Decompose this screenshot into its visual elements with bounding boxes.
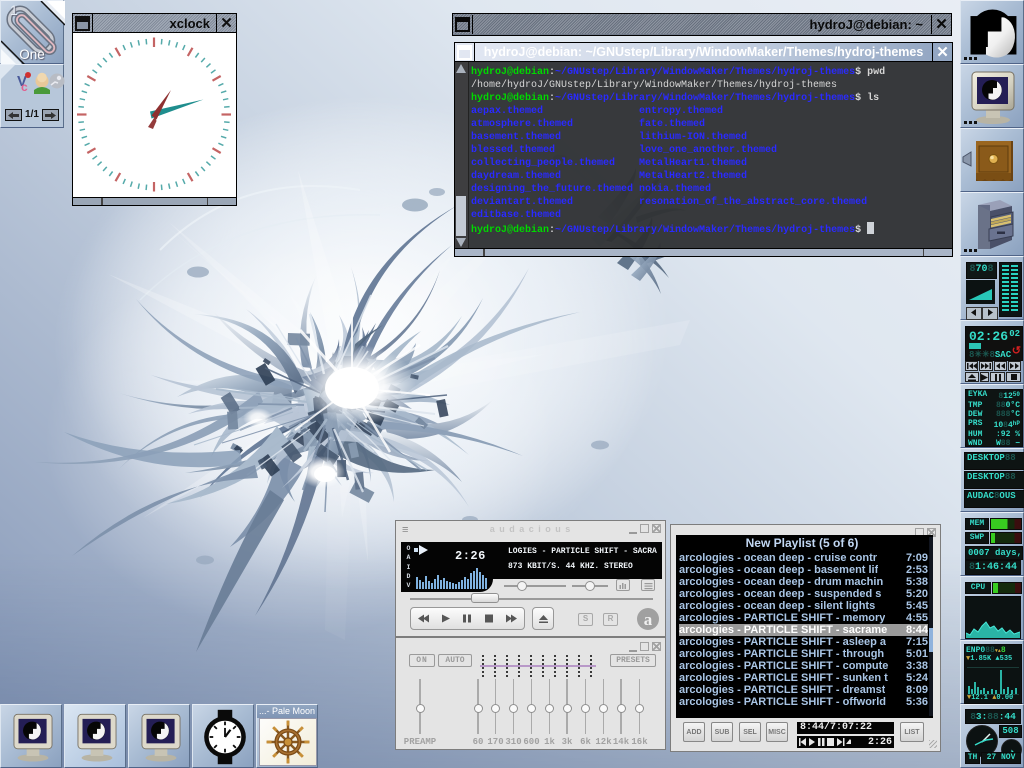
- svg-text:c: c: [21, 80, 28, 94]
